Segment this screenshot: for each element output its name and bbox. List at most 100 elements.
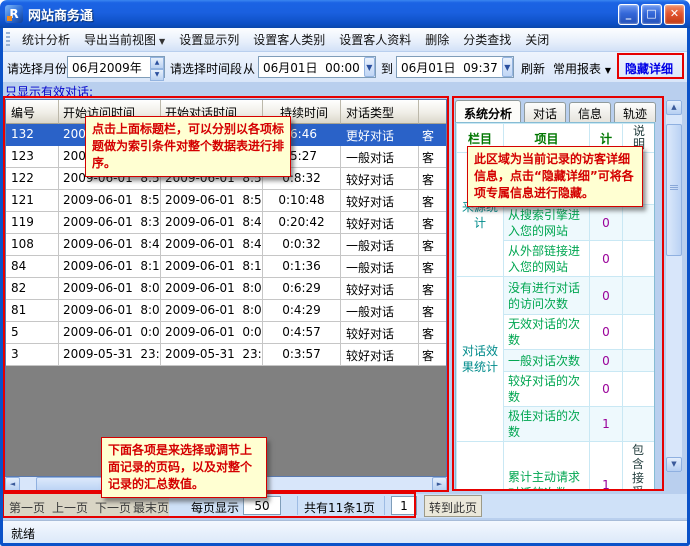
menu-item-设置显示列[interactable]: 设置显示列 <box>172 28 246 51</box>
maximize-button[interactable]: □ <box>641 4 662 25</box>
table-cell: 132 <box>6 124 59 146</box>
tab-dialog[interactable]: 对话 <box>524 102 566 122</box>
table-row[interactable]: 842009-06-01 8:172009-06-01 8:180:1:36一般… <box>6 256 446 278</box>
app-logo-icon: R <box>5 5 23 23</box>
per-page-input[interactable]: 50 <box>243 496 281 515</box>
table-cell: 5 <box>6 322 59 344</box>
panel-category-cell: 对话效果统计 <box>457 277 504 442</box>
table-cell: 客 <box>419 278 446 300</box>
tab-info[interactable]: 信息 <box>569 102 611 122</box>
table-row[interactable]: 32009-05-31 23:572009-05-31 23:570:3:57较… <box>6 344 446 366</box>
menu-item-设置客人类别[interactable]: 设置客人类别 <box>246 28 332 51</box>
table-cell: 2009-06-01 8:02 <box>161 300 263 322</box>
menu-item-统计分析[interactable]: 统计分析 <box>15 28 77 51</box>
panel-note-cell <box>623 205 656 241</box>
page-number-input[interactable]: 1 <box>391 496 417 515</box>
table-row[interactable]: 1192009-06-01 8:392009-06-01 8:400:20:42… <box>6 212 446 234</box>
month-spinner[interactable]: ▲▼ <box>150 57 164 77</box>
table-cell: 0:4:29 <box>263 300 341 322</box>
scroll-down-icon[interactable]: ▼ <box>666 457 682 472</box>
last-page-link[interactable]: 最末页 <box>133 499 169 516</box>
table-row[interactable]: 52009-06-01 0:072009-06-01 0:070:4:57较好对… <box>6 322 446 344</box>
panel-note-cell <box>623 350 656 372</box>
table-cell: 2009-05-31 23:57 <box>59 344 161 366</box>
table-row[interactable]: 1212009-06-01 8:512009-06-01 8:550:10:48… <box>6 190 446 212</box>
menu-item-导出当前视图[interactable]: 导出当前视图▼ <box>77 28 172 51</box>
minimize-button[interactable]: _ <box>618 4 639 25</box>
table-cell: 2009-06-01 8:18 <box>161 256 263 278</box>
hide-detail-button[interactable]: 隐藏详细 <box>625 60 673 77</box>
panel-value-cell: 0 <box>590 350 623 372</box>
next-page-link[interactable]: 下一页 <box>95 499 131 516</box>
panel-category-cell <box>457 442 504 491</box>
pager-tooltip: 下面各项是来选择或调节上面记录的页码，以及对整个记录的汇总数值。 <box>101 437 267 498</box>
table-cell: 108 <box>6 234 59 256</box>
menu-gripper[interactable] <box>6 32 10 48</box>
tab-system-analysis[interactable]: 系统分析 <box>455 100 521 122</box>
table-cell: 119 <box>6 212 59 234</box>
panel-item-cell: 极佳对话的次数 <box>504 407 590 442</box>
table-cell: 0:4:57 <box>263 322 341 344</box>
panel-value-cell: 0 <box>590 372 623 407</box>
vertical-scrollbar[interactable]: ▲ ▼ <box>666 100 682 472</box>
to-dropdown-icon[interactable]: ▼ <box>502 57 513 77</box>
table-cell: 2009-06-01 8:07 <box>161 278 263 300</box>
app-window: R 网站商务通 _ □ ✕ 统计分析导出当前视图▼设置显示列设置客人类别设置客人… <box>0 0 690 546</box>
table-cell: 较好对话 <box>341 168 419 190</box>
table-cell: 客 <box>419 124 446 146</box>
from-dropdown-icon[interactable]: ▼ <box>364 57 375 77</box>
chevron-down-icon: ▼ <box>159 37 165 46</box>
refresh-button[interactable]: 刷新 <box>521 60 545 77</box>
goto-page-button[interactable]: 转到此页 <box>424 495 482 517</box>
from-datetime-field[interactable]: 06月01日 00:00 ▼ <box>258 56 376 78</box>
table-cell: 客 <box>419 300 446 322</box>
table-cell: 0:10:48 <box>263 190 341 212</box>
table-cell: 0:20:42 <box>263 212 341 234</box>
tab-track[interactable]: 轨迹 <box>614 102 656 122</box>
grid-column-header[interactable] <box>419 100 446 124</box>
table-cell: 2009-06-01 8:48 <box>59 234 161 256</box>
table-cell: 3 <box>6 344 59 366</box>
valid-dialogs-note: 只显示有效对话: <box>5 83 93 100</box>
window-title: 网站商务通 <box>28 5 616 24</box>
menu-item-删除[interactable]: 删除 <box>418 28 456 51</box>
to-datetime-field[interactable]: 06月01日 09:37 ▼ <box>396 56 514 78</box>
panel-item-cell: 没有进行对话的访问次数 <box>504 277 590 315</box>
table-cell: 0:0:32 <box>263 234 341 256</box>
table-row[interactable]: 822009-06-01 8:062009-06-01 8:070:6:29较好… <box>6 278 446 300</box>
close-button[interactable]: ✕ <box>664 4 685 25</box>
table-cell: 客 <box>419 168 446 190</box>
table-cell: 122 <box>6 168 59 190</box>
menu-item-分类查找[interactable]: 分类查找 <box>456 28 518 51</box>
vscroll-thumb[interactable] <box>666 124 682 256</box>
title-bar: R 网站商务通 _ □ ✕ <box>0 0 690 28</box>
scroll-left-icon[interactable]: ◄ <box>5 477 20 492</box>
menu-item-关闭[interactable]: 关闭 <box>518 28 556 51</box>
month-field[interactable]: 06月2009年 ▲▼ <box>67 56 165 78</box>
prev-page-link[interactable]: 上一页 <box>52 499 88 516</box>
spin-down-icon: ▼ <box>150 69 164 81</box>
panel-item-cell: 无效对话的次数 <box>504 315 590 350</box>
grid-column-header[interactable]: 对话类型 <box>341 100 419 124</box>
table-cell: 2009-06-01 8:01 <box>59 300 161 322</box>
table-cell: 一般对话 <box>341 300 419 322</box>
scroll-right-icon[interactable]: ► <box>432 477 447 492</box>
panel-value-cell: 0 <box>590 277 623 315</box>
menu-item-设置客人资料[interactable]: 设置客人资料 <box>332 28 418 51</box>
table-cell: 客 <box>419 322 446 344</box>
scroll-up-icon[interactable]: ▲ <box>666 100 682 115</box>
panel-value-cell: 0 <box>590 315 623 350</box>
panel-item-cell: 从外部链接进入您的网站 <box>504 241 590 277</box>
first-page-link[interactable]: 第一页 <box>9 499 45 516</box>
panel-value-cell: 1 <box>590 442 623 491</box>
chevron-down-icon: ▼ <box>605 66 611 75</box>
grid-column-header[interactable]: 编号 <box>6 100 59 124</box>
sort-tooltip: 点击上面标题栏，可以分别以各项标题做为索引条件对整个数据表进行排序。 <box>85 116 291 177</box>
table-cell: 84 <box>6 256 59 278</box>
reports-button[interactable]: 常用报表 ▼ <box>553 60 611 77</box>
table-row[interactable]: 812009-06-01 8:012009-06-01 8:020:4:29一般… <box>6 300 446 322</box>
table-row[interactable]: 1082009-06-01 8:482009-06-01 8:480:0:32一… <box>6 234 446 256</box>
from-label: 从 <box>243 60 255 77</box>
table-cell: 2009-06-01 0:07 <box>59 322 161 344</box>
panel-note-cell: 包含接受自动 <box>623 442 656 491</box>
